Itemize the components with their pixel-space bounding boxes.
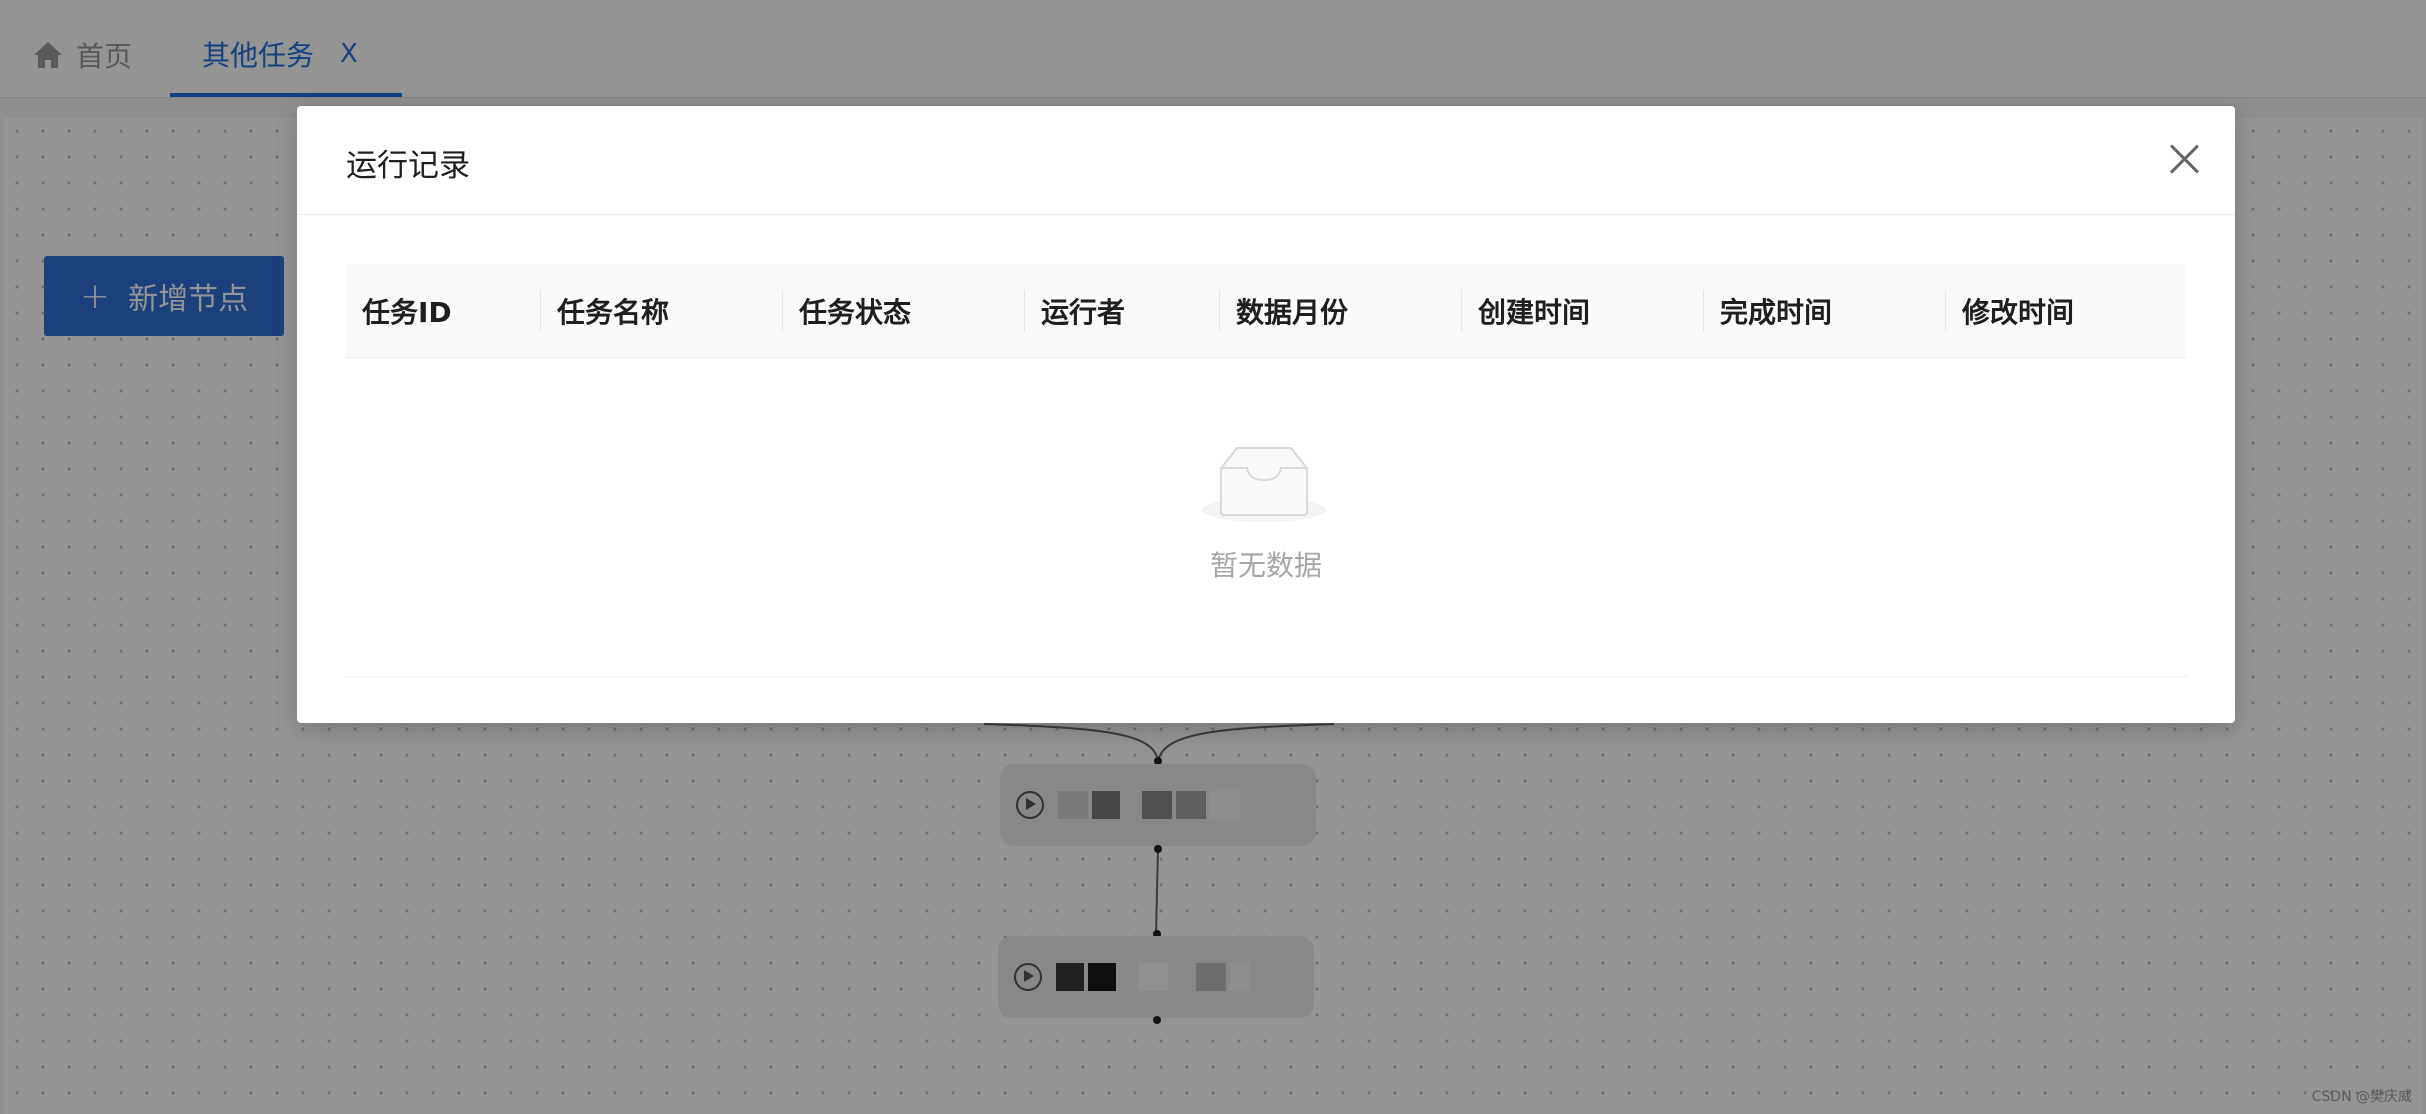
- column-header[interactable]: 任务名称: [540, 264, 782, 357]
- column-header[interactable]: 运行者: [1024, 264, 1219, 357]
- dialog-header: 运行记录: [297, 106, 2235, 215]
- column-header[interactable]: 完成时间: [1703, 264, 1945, 357]
- column-header[interactable]: 数据月份: [1219, 264, 1461, 357]
- run-records-dialog: 运行记录 任务ID 任务名称 任务状态 运行者 数据月份 创建时间 完成时间 修…: [297, 106, 2235, 723]
- run-records-table: 任务ID 任务名称 任务状态 运行者 数据月份 创建时间 完成时间 修改时间 暂…: [345, 264, 2187, 677]
- close-icon[interactable]: [2169, 144, 2199, 174]
- column-header[interactable]: 修改时间: [1945, 264, 2187, 357]
- column-header[interactable]: 创建时间: [1461, 264, 1703, 357]
- dialog-title: 运行记录: [346, 148, 470, 184]
- empty-inbox-icon: [1202, 447, 1326, 522]
- column-header[interactable]: 任务状态: [782, 264, 1024, 357]
- table-header: 任务ID 任务名称 任务状态 运行者 数据月份 创建时间 完成时间 修改时间: [345, 264, 2187, 358]
- empty-text: 暂无数据: [1209, 549, 1322, 582]
- column-header[interactable]: 任务ID: [345, 264, 540, 357]
- empty-state: 暂无数据: [345, 358, 2187, 677]
